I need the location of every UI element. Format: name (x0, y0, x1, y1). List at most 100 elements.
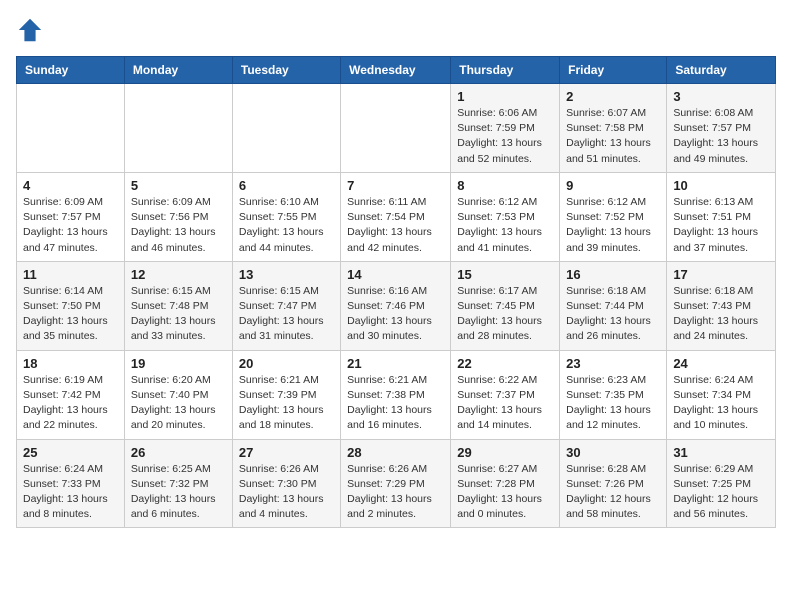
weekday-header-tuesday: Tuesday (232, 57, 340, 84)
day-info: Sunrise: 6:26 AM Sunset: 7:29 PM Dayligh… (347, 462, 444, 523)
day-number: 25 (23, 445, 118, 460)
day-info: Sunrise: 6:10 AM Sunset: 7:55 PM Dayligh… (239, 195, 334, 256)
day-info: Sunrise: 6:29 AM Sunset: 7:25 PM Dayligh… (673, 462, 769, 523)
calendar-cell: 22 Sunrise: 6:22 AM Sunset: 7:37 PM Dayli… (451, 350, 560, 439)
day-number: 30 (566, 445, 660, 460)
day-info: Sunrise: 6:24 AM Sunset: 7:33 PM Dayligh… (23, 462, 118, 523)
calendar-cell: 10 Sunrise: 6:13 AM Sunset: 7:51 PM Dayli… (667, 172, 776, 261)
calendar-cell: 30 Sunrise: 6:28 AM Sunset: 7:26 PM Dayli… (560, 439, 667, 528)
calendar-cell: 31 Sunrise: 6:29 AM Sunset: 7:25 PM Dayli… (667, 439, 776, 528)
day-number: 29 (457, 445, 553, 460)
day-info: Sunrise: 6:20 AM Sunset: 7:40 PM Dayligh… (131, 373, 226, 434)
day-number: 17 (673, 267, 769, 282)
calendar-cell: 8 Sunrise: 6:12 AM Sunset: 7:53 PM Daylig… (451, 172, 560, 261)
day-number: 3 (673, 89, 769, 104)
weekday-header-monday: Monday (124, 57, 232, 84)
day-info: Sunrise: 6:23 AM Sunset: 7:35 PM Dayligh… (566, 373, 660, 434)
calendar-week-row: 25 Sunrise: 6:24 AM Sunset: 7:33 PM Dayli… (17, 439, 776, 528)
day-number: 27 (239, 445, 334, 460)
day-info: Sunrise: 6:17 AM Sunset: 7:45 PM Dayligh… (457, 284, 553, 345)
weekday-header-friday: Friday (560, 57, 667, 84)
calendar-cell: 3 Sunrise: 6:08 AM Sunset: 7:57 PM Daylig… (667, 84, 776, 173)
weekday-header-sunday: Sunday (17, 57, 125, 84)
calendar-cell: 14Sunrise: 6:16 AM Sunset: 7:46 PM Dayli… (341, 261, 451, 350)
day-info: Sunrise: 6:13 AM Sunset: 7:51 PM Dayligh… (673, 195, 769, 256)
day-info: Sunrise: 6:06 AM Sunset: 7:59 PM Dayligh… (457, 106, 553, 167)
day-number: 4 (23, 178, 118, 193)
calendar-week-row: 18 Sunrise: 6:19 AM Sunset: 7:42 PM Dayli… (17, 350, 776, 439)
day-number: 6 (239, 178, 334, 193)
day-info: Sunrise: 6:12 AM Sunset: 7:53 PM Dayligh… (457, 195, 553, 256)
day-number: 24 (673, 356, 769, 371)
calendar-cell: 6 Sunrise: 6:10 AM Sunset: 7:55 PM Daylig… (232, 172, 340, 261)
day-number: 18 (23, 356, 118, 371)
calendar-table: SundayMondayTuesdayWednesdayThursdayFrid… (16, 56, 776, 528)
day-number: 31 (673, 445, 769, 460)
calendar-cell: 26 Sunrise: 6:25 AM Sunset: 7:32 PM Dayli… (124, 439, 232, 528)
calendar-cell: 12Sunrise: 6:15 AM Sunset: 7:48 PM Dayli… (124, 261, 232, 350)
calendar-week-row: 1 Sunrise: 6:06 AM Sunset: 7:59 PM Daylig… (17, 84, 776, 173)
calendar-cell: 16 Sunrise: 6:18 AM Sunset: 7:44 PM Dayli… (560, 261, 667, 350)
calendar-cell: 25 Sunrise: 6:24 AM Sunset: 7:33 PM Dayli… (17, 439, 125, 528)
day-number: 9 (566, 178, 660, 193)
calendar-cell: 24 Sunrise: 6:24 AM Sunset: 7:34 PM Dayli… (667, 350, 776, 439)
calendar-cell: 4 Sunrise: 6:09 AM Sunset: 7:57 PM Daylig… (17, 172, 125, 261)
day-number: 13 (239, 267, 334, 282)
day-info: Sunrise: 6:08 AM Sunset: 7:57 PM Dayligh… (673, 106, 769, 167)
day-info: Sunrise: 6:14 AM Sunset: 7:50 PM Dayligh… (23, 284, 118, 345)
day-info: Sunrise: 6:22 AM Sunset: 7:37 PM Dayligh… (457, 373, 553, 434)
logo (16, 16, 48, 44)
day-info: Sunrise: 6:12 AM Sunset: 7:52 PM Dayligh… (566, 195, 660, 256)
calendar-header: SundayMondayTuesdayWednesdayThursdayFrid… (17, 57, 776, 84)
day-info: Sunrise: 6:24 AM Sunset: 7:34 PM Dayligh… (673, 373, 769, 434)
calendar-cell (17, 84, 125, 173)
day-info: Sunrise: 6:25 AM Sunset: 7:32 PM Dayligh… (131, 462, 226, 523)
day-number: 16 (566, 267, 660, 282)
calendar-cell: 27Sunrise: 6:26 AM Sunset: 7:30 PM Dayli… (232, 439, 340, 528)
day-info: Sunrise: 6:09 AM Sunset: 7:57 PM Dayligh… (23, 195, 118, 256)
day-info: Sunrise: 6:18 AM Sunset: 7:43 PM Dayligh… (673, 284, 769, 345)
calendar-week-row: 4 Sunrise: 6:09 AM Sunset: 7:57 PM Daylig… (17, 172, 776, 261)
weekday-header-row: SundayMondayTuesdayWednesdayThursdayFrid… (17, 57, 776, 84)
day-number: 7 (347, 178, 444, 193)
calendar-cell: 29 Sunrise: 6:27 AM Sunset: 7:28 PM Dayli… (451, 439, 560, 528)
calendar-cell (232, 84, 340, 173)
day-info: Sunrise: 6:07 AM Sunset: 7:58 PM Dayligh… (566, 106, 660, 167)
calendar-cell: 11Sunrise: 6:14 AM Sunset: 7:50 PM Dayli… (17, 261, 125, 350)
weekday-header-wednesday: Wednesday (341, 57, 451, 84)
day-number: 23 (566, 356, 660, 371)
day-number: 5 (131, 178, 226, 193)
day-info: Sunrise: 6:28 AM Sunset: 7:26 PM Dayligh… (566, 462, 660, 523)
day-number: 15 (457, 267, 553, 282)
calendar-cell: 9 Sunrise: 6:12 AM Sunset: 7:52 PM Daylig… (560, 172, 667, 261)
day-number: 1 (457, 89, 553, 104)
calendar-cell: 5 Sunrise: 6:09 AM Sunset: 7:56 PM Daylig… (124, 172, 232, 261)
day-info: Sunrise: 6:18 AM Sunset: 7:44 PM Dayligh… (566, 284, 660, 345)
day-info: Sunrise: 6:09 AM Sunset: 7:56 PM Dayligh… (131, 195, 226, 256)
calendar-cell: 23 Sunrise: 6:23 AM Sunset: 7:35 PM Dayli… (560, 350, 667, 439)
day-number: 20 (239, 356, 334, 371)
day-number: 10 (673, 178, 769, 193)
weekday-header-thursday: Thursday (451, 57, 560, 84)
day-number: 2 (566, 89, 660, 104)
day-number: 26 (131, 445, 226, 460)
day-number: 21 (347, 356, 444, 371)
day-info: Sunrise: 6:19 AM Sunset: 7:42 PM Dayligh… (23, 373, 118, 434)
calendar-cell: 17 Sunrise: 6:18 AM Sunset: 7:43 PM Dayli… (667, 261, 776, 350)
day-info: Sunrise: 6:21 AM Sunset: 7:39 PM Dayligh… (239, 373, 334, 434)
calendar-cell (341, 84, 451, 173)
day-number: 8 (457, 178, 553, 193)
day-info: Sunrise: 6:27 AM Sunset: 7:28 PM Dayligh… (457, 462, 553, 523)
page-header (16, 16, 776, 44)
calendar-cell: 18 Sunrise: 6:19 AM Sunset: 7:42 PM Dayli… (17, 350, 125, 439)
day-info: Sunrise: 6:15 AM Sunset: 7:47 PM Dayligh… (239, 284, 334, 345)
calendar-cell: 13 Sunrise: 6:15 AM Sunset: 7:47 PM Dayli… (232, 261, 340, 350)
calendar-cell: 28Sunrise: 6:26 AM Sunset: 7:29 PM Dayli… (341, 439, 451, 528)
calendar-cell: 15 Sunrise: 6:17 AM Sunset: 7:45 PM Dayli… (451, 261, 560, 350)
calendar-cell: 20 Sunrise: 6:21 AM Sunset: 7:39 PM Dayli… (232, 350, 340, 439)
day-info: Sunrise: 6:21 AM Sunset: 7:38 PM Dayligh… (347, 373, 444, 434)
day-info: Sunrise: 6:16 AM Sunset: 7:46 PM Dayligh… (347, 284, 444, 345)
day-number: 22 (457, 356, 553, 371)
calendar-cell (124, 84, 232, 173)
calendar-week-row: 11Sunrise: 6:14 AM Sunset: 7:50 PM Dayli… (17, 261, 776, 350)
